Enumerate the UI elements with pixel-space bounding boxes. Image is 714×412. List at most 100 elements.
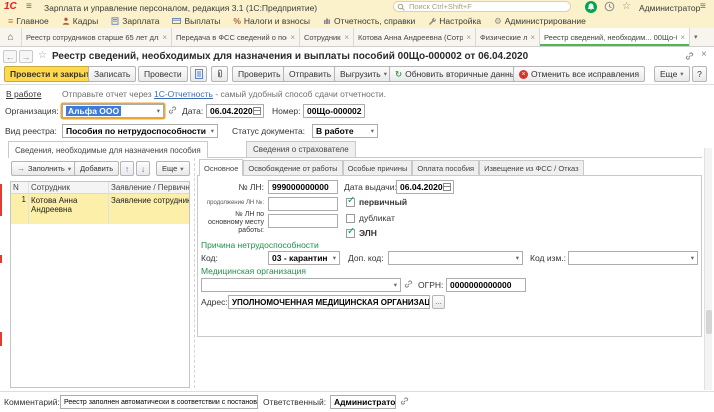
issue-date-field[interactable]: 06.04.2020 [396, 180, 454, 194]
close-icon[interactable]: × [680, 33, 685, 42]
medical-org-open-link-icon[interactable] [403, 278, 414, 291]
move-down-button[interactable]: ↓ [136, 161, 150, 176]
column-header-employee[interactable]: Сотрудник [29, 182, 109, 193]
responsible-open-link-icon[interactable] [399, 395, 410, 408]
ln-continuation-field[interactable] [268, 197, 338, 211]
menu-item-zarplata[interactable]: Зарплата [111, 16, 159, 26]
organization-open-link-icon[interactable] [167, 104, 178, 117]
tab-benefit-info[interactable]: Сведения, необходимые для назначения пос… [8, 141, 208, 158]
search-input[interactable] [407, 1, 557, 12]
ln-number-field[interactable]: 999000000000 [268, 180, 338, 194]
vertical-scrollbar[interactable] [704, 148, 712, 390]
menu-item-nastroyka[interactable]: Настройка [428, 16, 481, 26]
organization-field[interactable]: Альфа ООО ▾ [62, 104, 164, 118]
tab-sotrudniki[interactable]: Сотрудники × [300, 28, 354, 46]
get-link-icon[interactable] [684, 50, 695, 63]
fill-button[interactable]: → Заполнить ▾ [11, 161, 77, 176]
checkbox-box[interactable]: ✓ [346, 229, 355, 238]
refresh-secondary-button[interactable]: ↻ Обновить вторичные данные [389, 66, 527, 82]
date-field[interactable]: 06.04.2020 [206, 104, 264, 118]
move-up-button[interactable]: ↑ [120, 161, 134, 176]
post-button[interactable]: Провести [138, 66, 188, 82]
column-header-application[interactable]: Заявление / Первичный... [109, 182, 189, 193]
chevron-down-icon[interactable]: ▾ [392, 281, 397, 289]
doc-status-field[interactable]: В работе ▾ [312, 124, 378, 138]
table-row[interactable]: 1 Котова Анна Андреевна Заявление сотруд… [11, 194, 189, 224]
comment-field[interactable]: Реестр заполнен автоматически в соответс… [60, 395, 258, 409]
ogrn-field[interactable]: 0000000000000 [446, 278, 526, 292]
address-select-button[interactable]: … [432, 295, 445, 309]
current-user[interactable]: Администратор [639, 3, 700, 13]
responsible-field[interactable]: Администратор ▾ [330, 395, 396, 409]
tab-fss-transfer[interactable]: Передача в ФСС сведений о пособиях × [172, 28, 300, 46]
document-stage-link[interactable]: В работе [6, 89, 41, 99]
tab-insurer-info[interactable]: Сведения о страхователе [246, 141, 356, 157]
menu-item-administrirovanie[interactable]: ⚙ Администрирование [494, 16, 586, 27]
help-button[interactable]: ? [692, 66, 707, 82]
nav-back-button[interactable]: ← [3, 50, 17, 63]
nav-forward-button[interactable]: → [19, 50, 33, 63]
calendar-icon[interactable] [443, 183, 451, 191]
ln-main-place-field[interactable] [268, 214, 338, 228]
tab-registry-svedeniy-active[interactable]: Реестр сведений, необходим... 00Що-00000… [540, 28, 690, 46]
report-structure-button[interactable] [190, 66, 207, 82]
menu-item-vyplaty[interactable]: Выплаты [172, 16, 220, 26]
1c-reporting-link[interactable]: 1С-Отчетность [154, 89, 213, 99]
notifications-bell-icon[interactable] [585, 1, 597, 13]
chevron-down-icon[interactable]: ▾ [369, 127, 374, 135]
tab-osnovnoe[interactable]: Основное [199, 159, 243, 176]
menu-item-main[interactable]: ≡ Главное [8, 16, 49, 26]
cancel-corrections-button[interactable]: × Отменить все исправления [513, 66, 645, 82]
send-button[interactable]: Отправить [283, 66, 337, 82]
scrollbar-thumb[interactable] [706, 310, 712, 334]
tab-osobye-prichiny[interactable]: Особые причины [343, 160, 413, 176]
medical-org-field[interactable]: ▾ [201, 278, 401, 292]
address-field[interactable]: УПОЛНОМОЧЕННАЯ МЕДИЦИНСКАЯ ОРГАНИЗАЦИЯ [228, 295, 430, 309]
chevron-down-icon[interactable]: ▾ [689, 254, 694, 262]
export-button[interactable]: Выгрузить▾ [334, 66, 393, 82]
extra-code-field[interactable]: ▾ [388, 251, 523, 265]
chevron-down-icon[interactable]: ▾ [155, 107, 160, 115]
close-document-icon[interactable]: × [701, 49, 707, 60]
add-row-button[interactable]: Добавить [74, 161, 119, 176]
write-button[interactable]: Записать [88, 66, 136, 82]
history-clock-icon[interactable] [604, 1, 615, 12]
tab-registry-65[interactable]: Реестр сотрудников старше 65 лет для ФСС… [22, 28, 172, 46]
checkbox-box[interactable] [346, 214, 355, 223]
menu-item-nalogi[interactable]: % Налоги и взносы [233, 16, 310, 26]
tab-home[interactable]: ⌂ [0, 28, 22, 46]
tab-izveshchenie-fss[interactable]: Извещение из ФСС / Отказ [479, 160, 583, 176]
tab-oplata-posobiya[interactable]: Оплата пособия [412, 160, 479, 176]
list-more-button[interactable]: Еще▾ [156, 161, 190, 176]
tab-osvobozhdenie[interactable]: Освобождение от работы [243, 160, 342, 176]
panel-splitter[interactable] [194, 158, 195, 388]
primary-checkbox[interactable]: ✓ первичный [346, 197, 407, 207]
registry-kind-field[interactable]: Пособия по нетрудоспособности ▾ [62, 124, 218, 138]
close-icon[interactable]: × [530, 33, 535, 42]
chevron-down-icon[interactable]: ▾ [209, 127, 214, 135]
close-icon[interactable]: × [290, 33, 295, 42]
menu-item-otchetnost[interactable]: Отчетность, справки [323, 16, 415, 26]
favorite-star-icon[interactable]: ☆ [38, 50, 47, 61]
check-button[interactable]: Проверить [232, 66, 287, 82]
eln-checkbox[interactable]: ✓ ЭЛН [346, 228, 377, 238]
global-search[interactable] [393, 1, 571, 12]
main-menu-icon[interactable]: ≡ [26, 1, 32, 12]
tab-kotova[interactable]: Котова Анна Андреевна (Сотрудник) × [354, 28, 476, 46]
menu-item-kadry[interactable]: Кадры [62, 16, 98, 26]
tab-fizlica[interactable]: Физические лица × [476, 28, 540, 46]
reason-code-field[interactable]: 03 - карантин ▾ [268, 251, 340, 265]
close-icon[interactable]: × [466, 33, 471, 42]
close-icon[interactable]: × [344, 33, 349, 42]
tab-list-dropdown[interactable]: ▾ [690, 28, 702, 46]
calendar-icon[interactable] [253, 107, 261, 115]
checkbox-box[interactable]: ✓ [346, 198, 355, 207]
post-and-close-button[interactable]: Провести и закрыть [4, 66, 101, 82]
service-menu-icon[interactable]: ≡ [700, 1, 706, 12]
chevron-down-icon[interactable]: ▾ [331, 254, 336, 262]
column-header-n[interactable]: N [11, 182, 29, 193]
close-icon[interactable]: × [162, 33, 167, 42]
chevron-down-icon[interactable]: ▾ [514, 254, 519, 262]
mod-code-field[interactable]: ▾ [568, 251, 698, 265]
employees-table[interactable]: N Сотрудник Заявление / Первичный... 1 К… [10, 181, 190, 388]
